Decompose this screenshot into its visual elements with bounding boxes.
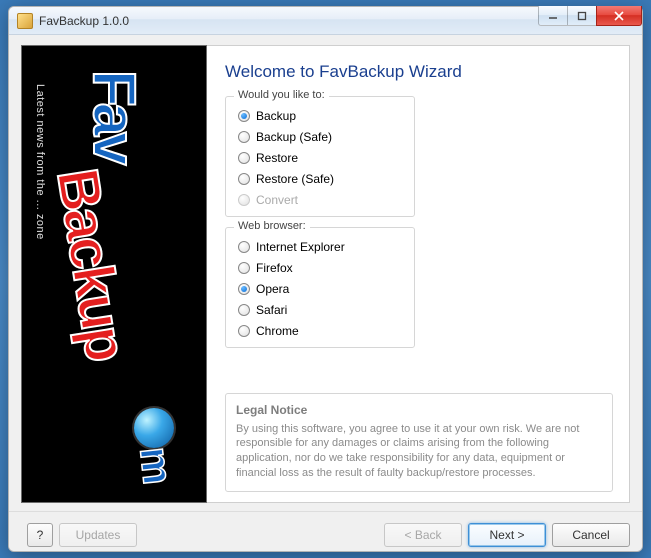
page-title: Welcome to FavBackup Wizard bbox=[225, 62, 613, 82]
action-option[interactable]: Backup (Safe) bbox=[238, 126, 402, 147]
footer: ? Updates < Back Next > Cancel bbox=[9, 511, 642, 551]
browser-label: Opera bbox=[256, 282, 289, 296]
window-title: FavBackup 1.0.0 bbox=[39, 14, 129, 28]
browser-label: Firefox bbox=[256, 261, 293, 275]
action-option[interactable]: Restore bbox=[238, 147, 402, 168]
legal-title: Legal Notice bbox=[236, 402, 602, 418]
browser-option[interactable]: Firefox bbox=[238, 257, 402, 278]
action-label: Convert bbox=[256, 193, 298, 207]
window-controls bbox=[539, 6, 642, 26]
browser-group-label: Web browser: bbox=[234, 220, 310, 232]
titlebar[interactable]: FavBackup 1.0.0 bbox=[9, 7, 642, 35]
logo-text-fav: Fav bbox=[80, 70, 149, 161]
app-icon bbox=[17, 13, 33, 29]
action-label: Restore (Safe) bbox=[256, 172, 334, 186]
radio-icon bbox=[238, 152, 250, 164]
wizard-sidebar: Latest news from the ... zone Fav Backup… bbox=[21, 45, 207, 503]
globe-icon bbox=[134, 408, 174, 448]
action-option[interactable]: Restore (Safe) bbox=[238, 168, 402, 189]
radio-icon bbox=[238, 241, 250, 253]
action-option: Convert bbox=[238, 189, 402, 210]
browser-option[interactable]: Internet Explorer bbox=[238, 236, 402, 257]
updates-button[interactable]: Updates bbox=[59, 523, 137, 547]
logo-text-suffix: m bbox=[130, 444, 182, 486]
browser-option[interactable]: Chrome bbox=[238, 320, 402, 341]
browser-option[interactable]: Opera bbox=[238, 278, 402, 299]
action-group: Would you like to: BackupBackup (Safe)Re… bbox=[225, 96, 415, 217]
minimize-button[interactable] bbox=[538, 6, 568, 26]
radio-icon bbox=[238, 262, 250, 274]
action-label: Restore bbox=[256, 151, 298, 165]
app-window: FavBackup 1.0.0 Latest news from the ...… bbox=[8, 6, 643, 552]
action-label: Backup (Safe) bbox=[256, 130, 332, 144]
content-area: Latest news from the ... zone Fav Backup… bbox=[9, 35, 642, 511]
maximize-button[interactable] bbox=[567, 6, 597, 26]
radio-icon bbox=[238, 173, 250, 185]
action-group-label: Would you like to: bbox=[234, 89, 329, 101]
action-option[interactable]: Backup bbox=[238, 105, 402, 126]
browser-group: Web browser: Internet ExplorerFirefoxOpe… bbox=[225, 227, 415, 348]
legal-notice: Legal Notice By using this software, you… bbox=[225, 393, 613, 492]
close-button[interactable] bbox=[596, 6, 642, 26]
radio-icon bbox=[238, 283, 250, 295]
help-button[interactable]: ? bbox=[27, 523, 53, 547]
next-button[interactable]: Next > bbox=[468, 523, 546, 547]
radio-icon bbox=[238, 325, 250, 337]
sidebar-logo: Fav Backup m bbox=[58, 70, 198, 490]
browser-label: Safari bbox=[256, 303, 287, 317]
radio-icon bbox=[238, 131, 250, 143]
action-label: Backup bbox=[256, 109, 296, 123]
logo-text-backup: Backup bbox=[43, 164, 139, 364]
browser-label: Internet Explorer bbox=[256, 240, 345, 254]
browser-option[interactable]: Safari bbox=[238, 299, 402, 320]
radio-icon bbox=[238, 194, 250, 206]
wizard-main: Welcome to FavBackup Wizard Would you li… bbox=[207, 45, 630, 503]
browser-label: Chrome bbox=[256, 324, 299, 338]
radio-icon bbox=[238, 110, 250, 122]
sidebar-tagline: Latest news from the ... zone bbox=[34, 84, 46, 240]
back-button[interactable]: < Back bbox=[384, 523, 462, 547]
legal-body: By using this software, you agree to use… bbox=[236, 422, 602, 481]
radio-icon bbox=[238, 304, 250, 316]
cancel-button[interactable]: Cancel bbox=[552, 523, 630, 547]
